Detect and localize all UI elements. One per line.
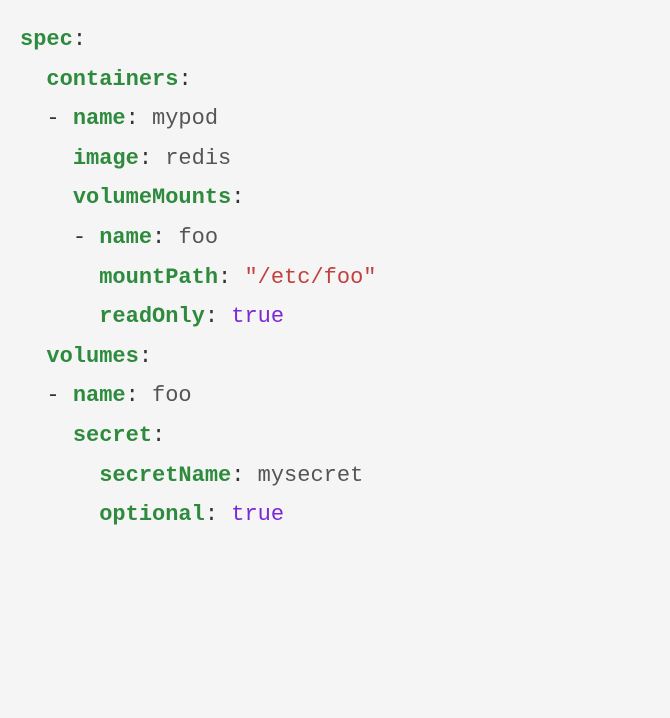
yaml-value: foo	[152, 383, 192, 408]
yaml-line-container-name: - name: mypod	[20, 99, 650, 139]
yaml-colon: :	[73, 27, 86, 52]
yaml-colon: :	[205, 304, 231, 329]
yaml-key: containers	[46, 67, 178, 92]
yaml-bool: true	[231, 304, 284, 329]
yaml-key: secretName	[99, 463, 231, 488]
yaml-key: name	[73, 383, 126, 408]
yaml-line-spec: spec:	[20, 20, 650, 60]
yaml-line-volume-name: - name: foo	[20, 376, 650, 416]
yaml-value: foo	[178, 225, 218, 250]
yaml-string: "/etc/foo"	[244, 265, 376, 290]
yaml-colon: :	[205, 502, 231, 527]
yaml-line-optional: optional: true	[20, 495, 650, 535]
yaml-bool: true	[231, 502, 284, 527]
yaml-key: image	[73, 146, 139, 171]
yaml-line-volume-mounts: volumeMounts:	[20, 178, 650, 218]
yaml-key: volumes	[46, 344, 138, 369]
yaml-colon: :	[231, 185, 244, 210]
yaml-colon: :	[152, 423, 165, 448]
yaml-line-mount-path: mountPath: "/etc/foo"	[20, 258, 650, 298]
yaml-colon: :	[126, 383, 152, 408]
yaml-key: optional	[99, 502, 205, 527]
yaml-line-readonly: readOnly: true	[20, 297, 650, 337]
yaml-key: mountPath	[99, 265, 218, 290]
yaml-line-image: image: redis	[20, 139, 650, 179]
yaml-value: redis	[165, 146, 231, 171]
yaml-value: mypod	[152, 106, 218, 131]
yaml-colon: :	[139, 146, 165, 171]
yaml-line-mount-name: - name: foo	[20, 218, 650, 258]
yaml-key: name	[99, 225, 152, 250]
yaml-colon: :	[178, 67, 191, 92]
yaml-line-secret-name: secretName: mysecret	[20, 456, 650, 496]
yaml-value: mysecret	[258, 463, 364, 488]
yaml-colon: :	[126, 106, 152, 131]
yaml-line-volumes: volumes:	[20, 337, 650, 377]
yaml-key: spec	[20, 27, 73, 52]
yaml-key: secret	[73, 423, 152, 448]
yaml-colon: :	[152, 225, 178, 250]
yaml-key: readOnly	[99, 304, 205, 329]
yaml-colon: :	[139, 344, 152, 369]
yaml-dash: -	[46, 106, 72, 131]
yaml-key: name	[73, 106, 126, 131]
yaml-line-containers: containers:	[20, 60, 650, 100]
yaml-dash: -	[46, 383, 72, 408]
yaml-key: volumeMounts	[73, 185, 231, 210]
yaml-dash: -	[73, 225, 99, 250]
yaml-colon: :	[231, 463, 257, 488]
yaml-line-secret: secret:	[20, 416, 650, 456]
yaml-colon: :	[218, 265, 244, 290]
